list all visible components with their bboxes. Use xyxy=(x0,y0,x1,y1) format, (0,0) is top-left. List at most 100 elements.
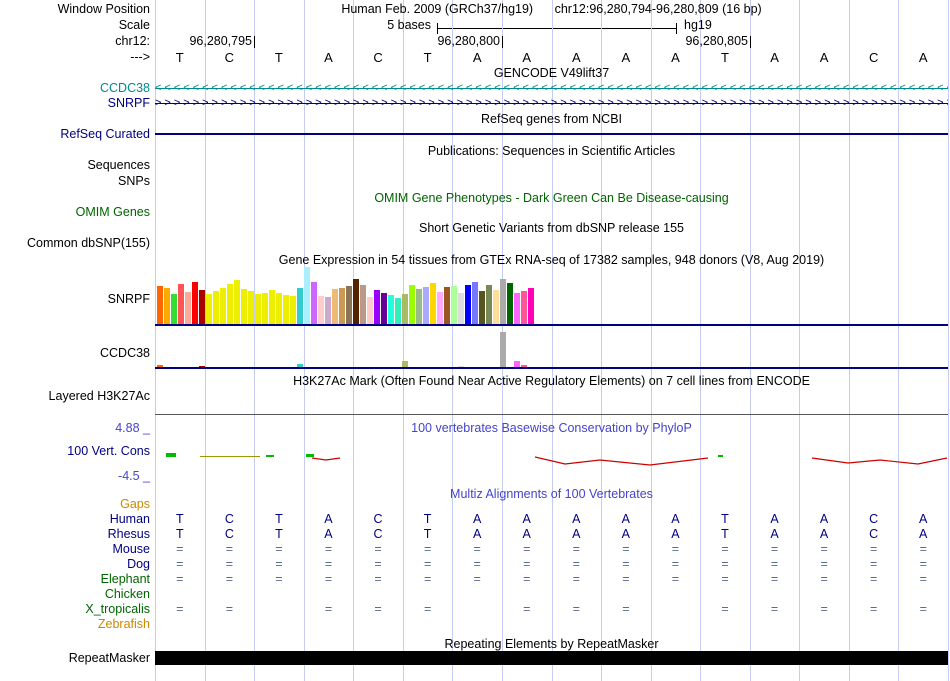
alignment-cell: = xyxy=(523,572,531,586)
multiz-row-human[interactable]: Human T C T A C T A A A A A T A A C A xyxy=(0,512,950,527)
phylop-conservation-track[interactable] xyxy=(155,440,948,476)
alignment-cell: T xyxy=(721,527,729,541)
base-letter: A xyxy=(571,50,581,65)
gtex-bar xyxy=(423,287,429,324)
alignment-cell: = xyxy=(275,557,283,571)
alignment-cell: = xyxy=(225,602,233,616)
phylop-plot xyxy=(166,453,948,466)
gtex-bar xyxy=(255,294,261,324)
gtex-track-label-ccdc38: CCDC38 xyxy=(99,346,150,360)
gtex-bar xyxy=(248,291,254,324)
h3k27ac-track[interactable] xyxy=(155,414,948,415)
alignment-cell: A xyxy=(621,512,631,526)
base-letter: C xyxy=(868,50,879,65)
gtex-track-label-snrpf: SNRPF xyxy=(107,292,150,306)
alignment-cell: = xyxy=(622,542,630,556)
gtex-bar xyxy=(395,298,401,324)
alignment-cell: = xyxy=(275,542,283,556)
alignment-cell: = xyxy=(523,542,531,556)
gtex-bar xyxy=(318,296,324,324)
genome-browser-view: Window Position Human Feb. 2009 (GRCh37/… xyxy=(0,0,950,681)
refseq-label: RefSeq Curated xyxy=(60,127,150,141)
gtex-bar xyxy=(451,286,457,324)
multiz-row-zebrafish[interactable]: Zebrafish xyxy=(0,617,950,632)
conservation-negative-curve xyxy=(811,457,948,465)
base-letter: T xyxy=(274,50,283,65)
species-label-human: Human xyxy=(109,512,150,526)
conservation-weak-mark xyxy=(200,456,260,457)
gtex-ccdc38-bars[interactable] xyxy=(155,327,948,367)
alignment-cell: = xyxy=(225,572,233,586)
alignment-cell: = xyxy=(820,557,828,571)
multiz-row-mouse[interactable]: Mouse = = = = = = = = = = = = = = = = xyxy=(0,542,950,557)
phylop-min-value: -4.5 _ xyxy=(118,469,150,483)
alignment-cell: = xyxy=(473,542,481,556)
alignment-cell: A xyxy=(522,527,531,541)
publications-title: Publications: Sequences in Scientific Ar… xyxy=(427,144,676,158)
gtex-bar xyxy=(269,290,275,324)
species-label-mouse: Mouse xyxy=(112,542,150,556)
scale-value: 5 bases xyxy=(387,18,431,32)
alignment-cell: T xyxy=(175,512,184,526)
alignment-cell: = xyxy=(721,557,729,571)
alignment-cell: C xyxy=(224,512,234,526)
alignment-cell: = xyxy=(225,557,233,571)
alignment-cell: A xyxy=(324,527,333,541)
alignment-cell: A xyxy=(572,512,581,526)
scale-bar-right-tick xyxy=(676,23,677,34)
alignment-cell: = xyxy=(374,557,382,571)
gene-direction-arrows: <<<<<<<<<<<<<<<<<<<<<<<<<<<<<<<<<<<<<<<<… xyxy=(155,82,948,94)
base-letter: C xyxy=(373,50,383,65)
gene-label-ccdc38: CCDC38 xyxy=(99,81,150,95)
multiz-row-dog[interactable]: Dog = = = = = = = = = = = = = = = = xyxy=(0,557,950,572)
multiz-row-chicken[interactable]: Chicken xyxy=(0,587,950,602)
alignment-cell: C xyxy=(869,512,879,526)
alignment-cell: = xyxy=(176,572,184,586)
dbsnp-label: Common dbSNP(155) xyxy=(27,236,150,250)
alignment-cell: A xyxy=(919,512,928,526)
base-sequence-row[interactable]: TCTACTAAAAATAACA xyxy=(155,50,948,65)
coordinate-label: 96,280,795 xyxy=(189,34,252,48)
phylop-title: 100 vertebrates Basewise Conservation by… xyxy=(411,421,692,435)
gtex-bar xyxy=(346,286,352,324)
alignment-cell: = xyxy=(523,602,531,616)
coordinate-tick xyxy=(502,36,503,48)
repeatmasker-track[interactable] xyxy=(155,651,948,665)
conservation-negative-curve xyxy=(534,456,709,466)
multiz-row-gaps[interactable]: Gaps xyxy=(0,497,950,512)
gtex-bar xyxy=(458,293,464,324)
gtex-bar xyxy=(220,288,226,324)
gtex-snrpf-bars[interactable] xyxy=(155,264,948,324)
alignment-cell: A xyxy=(671,512,680,526)
repeatmasker-title: Repeating Elements by RepeatMasker xyxy=(444,637,659,651)
multiz-row-x_tropicalis[interactable]: X_tropicalis = = = = = = = = = = = = = xyxy=(0,602,950,617)
alignment-cell: = xyxy=(820,542,828,556)
alignment-cell: = xyxy=(919,557,927,571)
alignment-cell: A xyxy=(572,527,581,541)
alignment-cell: = xyxy=(870,602,878,616)
scale-label: Scale xyxy=(118,18,150,32)
base-letter: A xyxy=(522,50,532,65)
gtex-bar xyxy=(493,290,499,324)
multiz-row-rhesus[interactable]: Rhesus T C T A C T A A A A A T A A C A xyxy=(0,527,950,542)
alignment-cell: A xyxy=(671,527,680,541)
refseq-gene-track[interactable] xyxy=(155,133,948,135)
alignment-cell: C xyxy=(373,527,383,541)
gene-track-snrpf[interactable]: >>>>>>>>>>>>>>>>>>>>>>>>>>>>>>>>>>>>>>>>… xyxy=(155,97,948,110)
alignment-cell: = xyxy=(324,542,333,556)
gtex-bar xyxy=(374,290,380,324)
alignment-cell: = xyxy=(324,572,333,586)
gene-track-ccdc38[interactable]: <<<<<<<<<<<<<<<<<<<<<<<<<<<<<<<<<<<<<<<<… xyxy=(155,82,948,95)
species-label-zebrafish: Zebrafish xyxy=(97,617,150,631)
species-label-chicken: Chicken xyxy=(104,587,150,601)
conservation-positive-mark xyxy=(266,455,274,457)
gtex-bar xyxy=(514,293,520,324)
alignment-cell: = xyxy=(523,557,531,571)
gtex-bar xyxy=(472,282,478,324)
track-label-snps: SNPs xyxy=(118,174,150,188)
gtex-bar xyxy=(388,295,394,324)
gtex-bar xyxy=(227,284,233,324)
multiz-row-elephant[interactable]: Elephant = = = = = = = = = = = = = = = = xyxy=(0,572,950,587)
h3k27ac-title: H3K27Ac Mark (Often Found Near Active Re… xyxy=(293,374,810,388)
assembly-short-label: hg19 xyxy=(684,18,712,32)
